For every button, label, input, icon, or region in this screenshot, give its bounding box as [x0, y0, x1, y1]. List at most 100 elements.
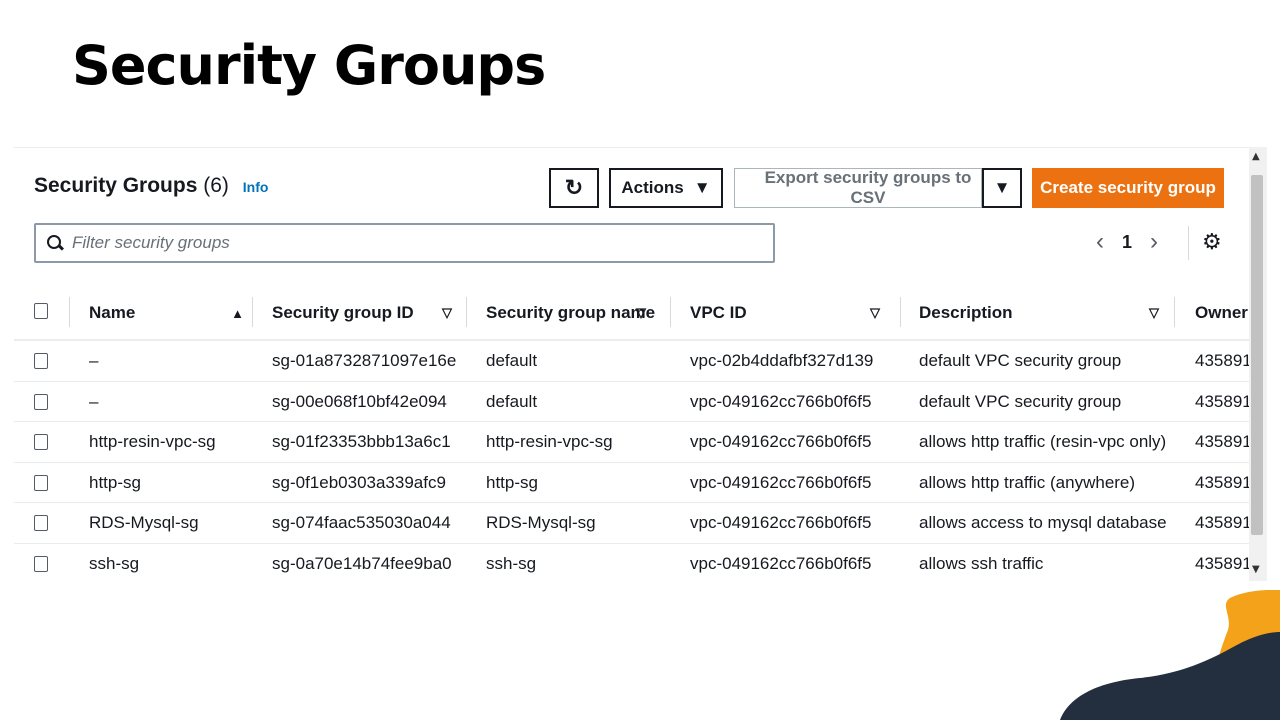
column-label: Owner	[1195, 303, 1248, 322]
vertical-scrollbar[interactable]: ▲ ▼	[1249, 147, 1267, 581]
scroll-up-arrow-icon[interactable]: ▲	[1252, 151, 1260, 162]
table-header: Name ▲ Security group ID ▽ Security grou…	[14, 285, 1250, 341]
column-header-security-group-name[interactable]: Security group name ▽	[486, 285, 656, 341]
cell-owner: 435891	[1195, 513, 1250, 532]
cell-owner: 435891	[1195, 472, 1250, 492]
cell-name: RDS-Mysql-sg	[89, 513, 199, 532]
table-row[interactable]: – sg-01a8732871097e16e default vpc-02b4d…	[14, 341, 1250, 382]
cell-security-group-name: ssh-sg	[486, 553, 537, 573]
row-checkbox[interactable]	[34, 353, 48, 369]
cell-owner: 435891	[1195, 351, 1250, 370]
cell-security-group-id[interactable]: sg-074faac535030a044	[272, 503, 451, 543]
panel-title: Security Groups	[34, 174, 198, 197]
group-count: (6)	[203, 174, 229, 197]
refresh-button[interactable]: ↻	[549, 168, 599, 208]
cell-security-group-id[interactable]: sg-0f1eb0303a339afc9	[272, 463, 446, 503]
cell-name: –	[89, 391, 99, 411]
sort-icon: ▽	[442, 305, 452, 320]
cell-security-group-name: http-sg	[486, 472, 538, 492]
filter-box[interactable]	[34, 223, 775, 263]
table-row[interactable]: http-resin-vpc-sg sg-01f23353bbb13a6c1 h…	[14, 422, 1250, 463]
gear-icon[interactable]: ⚙	[1202, 229, 1222, 255]
column-divider	[69, 297, 70, 327]
cell-security-group-id[interactable]: sg-0a70e14b74fee9ba0	[272, 544, 452, 582]
scrollbar-thumb[interactable]	[1251, 175, 1263, 535]
create-security-group-button[interactable]: Create security group	[1032, 168, 1224, 208]
cell-owner: 435891	[1195, 432, 1250, 451]
cell-name: http-sg	[89, 472, 141, 492]
select-all-checkbox[interactable]	[34, 303, 48, 319]
table-row[interactable]: http-sg sg-0f1eb0303a339afc9 http-sg vpc…	[14, 463, 1250, 503]
export-csv-button[interactable]: Export security groups to CSV	[734, 168, 982, 208]
cell-description: default VPC security group	[919, 351, 1122, 370]
sort-ascending-icon: ▲	[231, 305, 244, 321]
cell-description: default VPC security group	[919, 391, 1122, 411]
column-divider	[252, 297, 253, 327]
panel-header: Security Groups (6) Info	[34, 174, 268, 198]
caret-down-icon: ▼	[693, 178, 711, 197]
column-label: Description	[919, 303, 1013, 322]
security-groups-table: Name ▲ Security group ID ▽ Security grou…	[14, 285, 1250, 581]
row-checkbox[interactable]	[34, 474, 48, 491]
table-row[interactable]: ssh-sg sg-0a70e14b74fee9ba0 ssh-sg vpc-0…	[14, 544, 1250, 582]
caret-down-icon: ▼	[993, 178, 1011, 197]
column-header-name[interactable]: Name ▲	[89, 285, 254, 341]
cell-description: allows access to mysql database	[919, 513, 1167, 532]
cell-security-group-id[interactable]: sg-01a8732871097e16e	[272, 341, 456, 381]
cell-security-group-name: default	[486, 391, 538, 411]
column-header-vpc-id[interactable]: VPC ID ▽	[690, 285, 890, 341]
row-checkbox[interactable]	[34, 434, 48, 450]
column-header-owner[interactable]: Owner	[1195, 285, 1250, 341]
column-divider	[1174, 297, 1175, 327]
cell-vpc-id[interactable]: vpc-049162cc766b0f6f5	[690, 422, 871, 462]
cell-owner: 435891	[1195, 553, 1250, 573]
cell-description: allows ssh traffic	[919, 553, 1044, 573]
cell-name: ssh-sg	[89, 553, 140, 573]
row-checkbox[interactable]	[34, 515, 48, 531]
column-label: Security group ID	[272, 303, 414, 322]
sort-icon: ▽	[870, 305, 880, 320]
cell-vpc-id[interactable]: vpc-02b4ddafbf327d139	[690, 341, 873, 381]
cell-security-group-name: RDS-Mysql-sg	[486, 513, 596, 532]
cell-security-group-id[interactable]: sg-01f23353bbb13a6c1	[272, 422, 451, 462]
decorative-shapes	[1060, 590, 1280, 720]
cell-security-group-name: default	[486, 351, 538, 370]
search-icon	[46, 234, 64, 252]
scroll-down-arrow-icon[interactable]: ▼	[1252, 564, 1260, 575]
navy-blob-shape	[1060, 632, 1280, 720]
column-divider	[670, 297, 671, 327]
column-divider	[466, 297, 467, 327]
table-row[interactable]: – sg-00e068f10bf42e094 default vpc-04916…	[14, 382, 1250, 422]
security-groups-panel: Security Groups (6) Info ↻ Actions ▼ Exp…	[14, 147, 1267, 581]
cell-security-group-name: http-resin-vpc-sg	[486, 432, 613, 451]
column-label: VPC ID	[690, 303, 747, 322]
column-header-description[interactable]: Description ▽	[919, 285, 1169, 341]
column-divider	[900, 297, 901, 327]
cell-description: allows http traffic (resin-vpc only)	[919, 432, 1167, 451]
filter-input[interactable]	[72, 233, 752, 253]
slide-title: Security Groups	[72, 34, 546, 97]
cell-description: allows http traffic (anywhere)	[919, 472, 1136, 492]
refresh-icon: ↻	[564, 175, 584, 200]
export-label: Export security groups to CSV	[764, 168, 972, 207]
cell-vpc-id[interactable]: vpc-049162cc766b0f6f5	[690, 463, 871, 503]
info-link[interactable]: Info	[243, 179, 269, 195]
actions-label: Actions	[621, 178, 684, 197]
cell-owner: 435891	[1195, 391, 1250, 411]
sort-icon: ▽	[636, 305, 646, 320]
row-checkbox[interactable]	[34, 393, 48, 410]
cell-vpc-id[interactable]: vpc-049162cc766b0f6f5	[690, 382, 871, 422]
cell-vpc-id[interactable]: vpc-049162cc766b0f6f5	[690, 503, 871, 543]
chevron-left-icon[interactable]: ‹	[1096, 228, 1104, 256]
table-row[interactable]: RDS-Mysql-sg sg-074faac535030a044 RDS-My…	[14, 503, 1250, 544]
cell-security-group-id[interactable]: sg-00e068f10bf42e094	[272, 382, 447, 422]
cell-vpc-id[interactable]: vpc-049162cc766b0f6f5	[690, 544, 871, 582]
export-dropdown-button[interactable]: ▼	[982, 168, 1022, 208]
actions-button[interactable]: Actions ▼	[609, 168, 723, 208]
chevron-right-icon[interactable]: ›	[1150, 228, 1158, 256]
page-number[interactable]: 1	[1122, 232, 1132, 253]
sort-icon: ▽	[1149, 305, 1159, 320]
column-header-security-group-id[interactable]: Security group ID ▽	[272, 285, 462, 341]
row-checkbox[interactable]	[34, 555, 48, 572]
pagination: ‹ 1 ›	[1096, 228, 1158, 256]
